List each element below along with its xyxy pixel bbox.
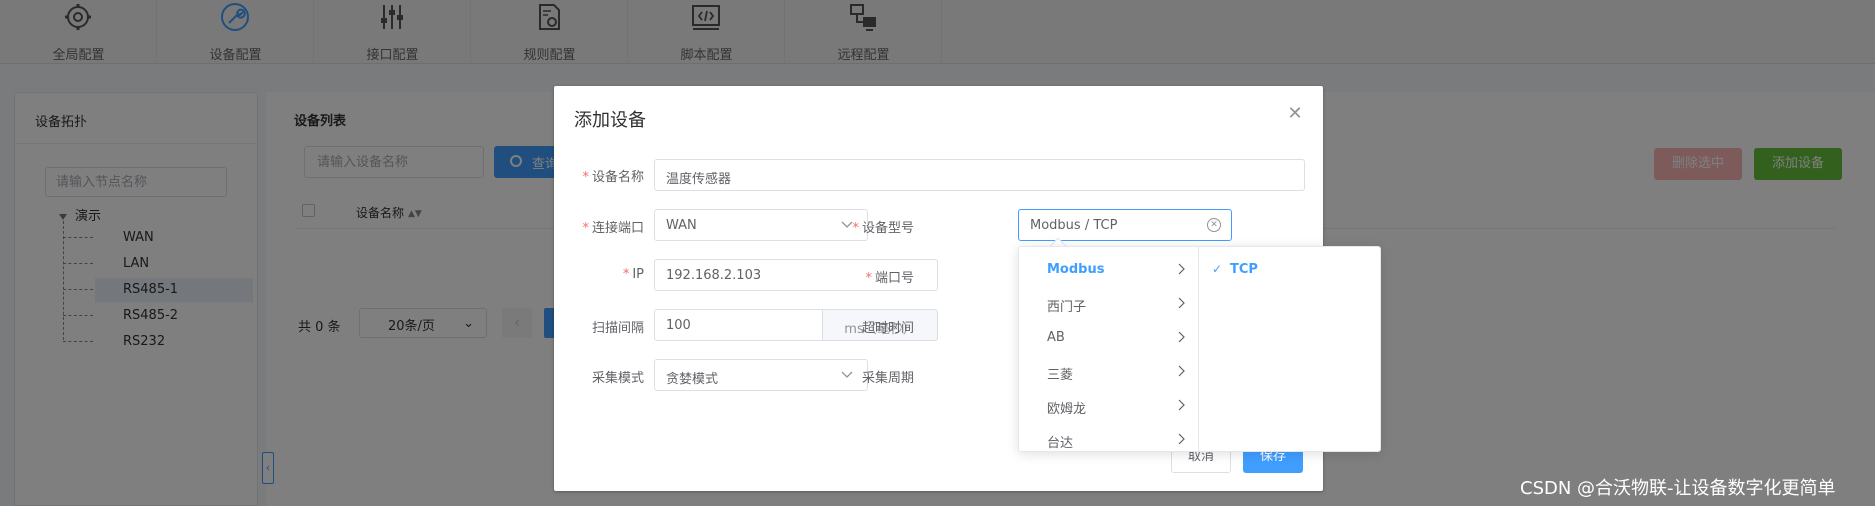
chevron-right-icon xyxy=(1178,263,1185,275)
select-value: WAN xyxy=(666,218,697,233)
required-mark: * xyxy=(865,271,872,286)
label-text: 连接端口 xyxy=(591,221,644,236)
port-number-label: * 端口号 xyxy=(824,267,914,286)
chevron-right-icon xyxy=(1178,297,1185,309)
model-cascader-dropdown: Modbus 西门子 AB 三菱 欧姆龙 台达 ✓ TCP xyxy=(1018,246,1381,452)
required-mark: * xyxy=(622,267,630,282)
cascader-value: Modbus / TCP xyxy=(1030,218,1118,233)
close-icon[interactable]: ✕ xyxy=(1285,104,1305,124)
scan-interval-label: 扫描间隔 xyxy=(591,321,644,336)
option-label: 台达 xyxy=(1047,436,1074,451)
cascader-option-tcp[interactable]: ✓ TCP xyxy=(1200,253,1380,287)
scan-interval-input[interactable]: 100 xyxy=(654,309,823,341)
watermark: CSDN @合沃物联-让设备数字化更简单 xyxy=(1520,478,1836,499)
option-label: 三菱 xyxy=(1047,368,1074,383)
input-value: 192.168.2.103 xyxy=(666,268,762,283)
option-label: 欧姆龙 xyxy=(1047,402,1087,417)
collect-period-label: 采集周期 xyxy=(861,371,914,386)
chevron-right-icon xyxy=(1178,399,1185,411)
option-label: 西门子 xyxy=(1047,300,1087,315)
cascader-menu-protocol: ✓ TCP xyxy=(1200,247,1380,451)
ip-label: * IP xyxy=(554,267,644,282)
timeout-label: 超时时间 xyxy=(861,321,914,336)
label-text: 设备型号 xyxy=(861,221,914,236)
check-icon: ✓ xyxy=(1212,262,1223,276)
collect-mode-label: 采集模式 xyxy=(591,371,644,386)
label-text: 端口号 xyxy=(874,271,914,286)
cascader-option-mitsubishi[interactable]: 三菱 xyxy=(1019,355,1199,389)
chevron-right-icon xyxy=(1178,331,1185,343)
label-text: 设备名称 xyxy=(591,170,644,185)
chevron-right-icon xyxy=(1178,365,1185,377)
select-value: 贪婪模式 xyxy=(666,372,719,387)
clear-icon[interactable]: ✕ xyxy=(1207,218,1221,232)
cascader-option-omron[interactable]: 欧姆龙 xyxy=(1019,389,1199,423)
input-value: 100 xyxy=(666,318,691,333)
required-mark: * xyxy=(582,221,589,236)
chevron-right-icon xyxy=(1178,433,1185,445)
option-label: Modbus xyxy=(1047,262,1105,277)
input-value: 温度传感器 xyxy=(666,172,732,187)
option-label: TCP xyxy=(1230,262,1258,277)
label-text: IP xyxy=(632,267,644,282)
device-name-input[interactable]: 温度传感器 xyxy=(654,159,1305,191)
model-cascader-input[interactable]: Modbus / TCP ✕ xyxy=(1018,209,1232,241)
model-label: * 设备型号 xyxy=(824,217,914,236)
cascader-option-modbus[interactable]: Modbus xyxy=(1019,253,1199,287)
option-label: AB xyxy=(1047,330,1065,345)
device-name-label: * 设备名称 xyxy=(554,166,644,185)
cascader-option-delta[interactable]: 台达 xyxy=(1019,423,1199,451)
cascader-menu-brand: Modbus 西门子 AB 三菱 欧姆龙 台达 xyxy=(1019,247,1199,451)
dialog-title: 添加设备 xyxy=(574,110,646,131)
cascader-option-ab[interactable]: AB xyxy=(1019,321,1199,355)
port-label: * 连接端口 xyxy=(554,217,644,236)
cascader-option-siemens[interactable]: 西门子 xyxy=(1019,287,1199,321)
required-mark: * xyxy=(582,170,589,185)
required-mark: * xyxy=(852,221,859,236)
